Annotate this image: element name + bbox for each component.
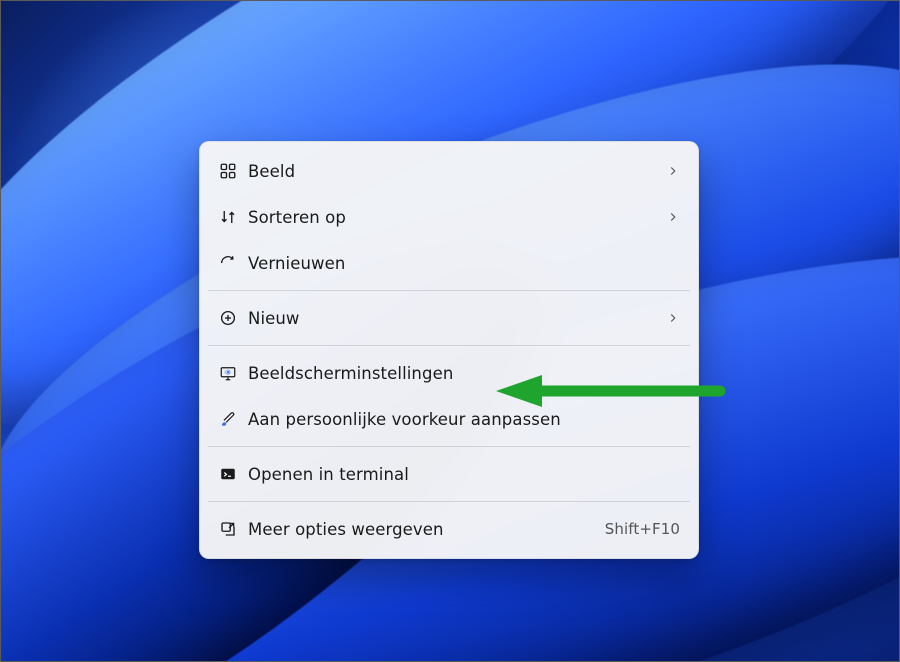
personalize-icon — [214, 410, 242, 428]
menu-item-open-terminal[interactable]: Openen in terminal — [200, 451, 698, 497]
menu-item-refresh[interactable]: Vernieuwen — [200, 240, 698, 286]
chevron-right-icon — [666, 210, 680, 224]
sort-icon — [214, 208, 242, 226]
new-icon — [214, 309, 242, 327]
menu-separator — [208, 290, 690, 291]
menu-item-label: Openen in terminal — [242, 465, 680, 484]
menu-separator — [208, 501, 690, 502]
menu-item-new[interactable]: Nieuw — [200, 295, 698, 341]
more-options-icon — [214, 520, 242, 538]
menu-item-shortcut: Shift+F10 — [605, 520, 680, 538]
menu-item-label: Beeldscherminstellingen — [242, 364, 680, 383]
menu-item-label: Meer opties weergeven — [242, 520, 605, 539]
menu-item-display-settings[interactable]: Beeldscherminstellingen — [200, 350, 698, 396]
view-grid-icon — [214, 162, 242, 180]
menu-item-view[interactable]: Beeld — [200, 148, 698, 194]
menu-item-label: Sorteren op — [242, 208, 666, 227]
menu-item-label: Aan persoonlijke voorkeur aanpassen — [242, 410, 680, 429]
chevron-right-icon — [666, 164, 680, 178]
terminal-icon — [214, 465, 242, 483]
display-settings-icon — [214, 364, 242, 382]
menu-separator — [208, 345, 690, 346]
desktop-context-menu: Beeld Sorteren op Verni — [199, 141, 699, 559]
menu-item-more-options[interactable]: Meer opties weergeven Shift+F10 — [200, 506, 698, 552]
menu-item-label: Nieuw — [242, 309, 666, 328]
menu-item-sort[interactable]: Sorteren op — [200, 194, 698, 240]
menu-separator — [208, 446, 690, 447]
desktop-wallpaper[interactable]: Beeld Sorteren op Verni — [0, 0, 900, 662]
menu-item-label: Beeld — [242, 162, 666, 181]
menu-item-personalize[interactable]: Aan persoonlijke voorkeur aanpassen — [200, 396, 698, 442]
chevron-right-icon — [666, 311, 680, 325]
menu-item-label: Vernieuwen — [242, 254, 680, 273]
refresh-icon — [214, 254, 242, 272]
